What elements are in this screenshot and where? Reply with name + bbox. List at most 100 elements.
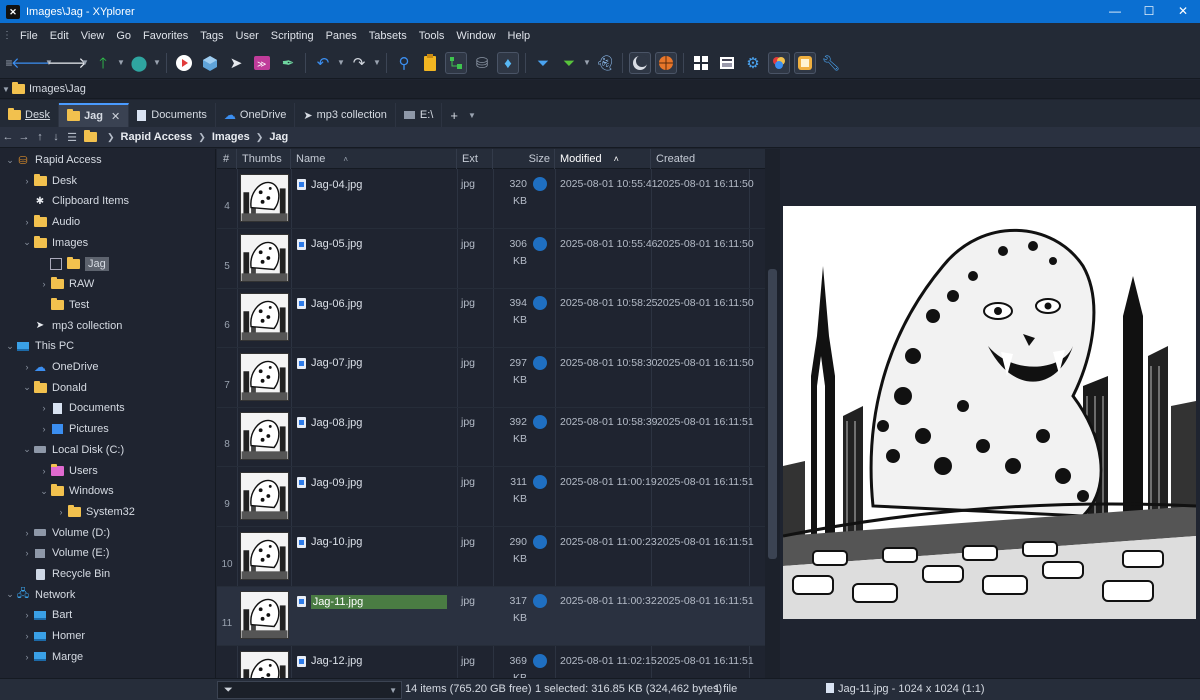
wrench-icon[interactable]: 🔧︎ bbox=[820, 52, 842, 74]
breadcrumb-images[interactable]: Images bbox=[212, 131, 250, 143]
search-icon[interactable]: ⚲ bbox=[393, 52, 415, 74]
chevron-down-icon[interactable]: ⌄ bbox=[21, 382, 33, 393]
chevron-down-icon[interactable]: ⌄ bbox=[4, 155, 16, 166]
chevron-right-icon[interactable]: › bbox=[21, 548, 33, 558]
back-arrow-icon[interactable]: ← bbox=[0, 131, 16, 143]
ghost-icon[interactable]: 👻︎ bbox=[594, 52, 616, 74]
tree-item-test[interactable]: Test bbox=[38, 295, 89, 315]
file-name-cell[interactable]: Jag-05.jpg bbox=[297, 236, 447, 253]
tab-jag[interactable]: Jag ✕ bbox=[59, 103, 130, 127]
chevron-down-icon[interactable]: ⌄ bbox=[21, 237, 33, 248]
thumbnail[interactable] bbox=[240, 352, 289, 401]
gear-icon[interactable]: ⚙ bbox=[742, 52, 764, 74]
minimize-button[interactable]: — bbox=[1098, 0, 1132, 23]
scrollbar-thumb[interactable] bbox=[768, 269, 777, 559]
close-button[interactable]: ✕ bbox=[1166, 0, 1200, 23]
layout-icon[interactable] bbox=[716, 52, 738, 74]
chevron-down-icon[interactable]: ⌄ bbox=[4, 341, 16, 352]
thumbnail[interactable] bbox=[240, 174, 289, 222]
thumbnail[interactable] bbox=[240, 233, 289, 282]
tree-item-desk[interactable]: › Desk bbox=[21, 171, 77, 191]
menu-tools[interactable]: Tools bbox=[413, 30, 451, 42]
tree-item-local-disk-c[interactable]: ⌄ Local Disk (C:) bbox=[21, 440, 124, 460]
filter-box[interactable]: ⏷ ▼ bbox=[217, 681, 402, 699]
bag-icon[interactable]: ⛁ bbox=[471, 52, 493, 74]
send-icon[interactable]: ➤ bbox=[225, 52, 247, 74]
chevron-right-icon[interactable]: › bbox=[38, 279, 50, 289]
chevron-down-icon[interactable]: ⌄ bbox=[21, 444, 33, 455]
tab-documents[interactable]: Documents bbox=[129, 103, 216, 127]
thumbnail[interactable] bbox=[240, 650, 289, 678]
location-pin-icon[interactable]: ⬤ bbox=[128, 52, 150, 74]
tree-item-rapid-access[interactable]: ⌄ ⛁ Rapid Access bbox=[4, 150, 101, 170]
filter-dropdown-icon[interactable]: ▼ bbox=[389, 686, 397, 695]
colors-icon[interactable] bbox=[768, 52, 790, 74]
table-row[interactable]: 12Jag-12.jpgjpg369 KB2025-08-01 11:02:15… bbox=[217, 647, 765, 678]
checkbox[interactable] bbox=[50, 257, 62, 270]
tree-item-windows[interactable]: ⌄ Windows bbox=[38, 481, 114, 501]
file-name-cell[interactable]: Jag-09.jpg bbox=[297, 474, 447, 491]
down-arrow-icon[interactable]: ↓ bbox=[48, 131, 64, 143]
tree-item-volume-e[interactable]: › Volume (E:) bbox=[21, 543, 110, 563]
tree-item-donald[interactable]: ⌄ Donald bbox=[21, 378, 87, 398]
menu-favorites[interactable]: Favorites bbox=[137, 30, 194, 42]
tree-item-homer[interactable]: › Homer bbox=[21, 626, 86, 646]
redo-icon[interactable]: ↷ bbox=[348, 52, 370, 74]
tree-item-pictures[interactable]: › Pictures bbox=[38, 419, 109, 439]
filter-green-icon[interactable]: ⏷ bbox=[558, 52, 580, 74]
chevron-right-icon[interactable]: › bbox=[21, 217, 33, 227]
column-ext[interactable]: Ext bbox=[457, 149, 493, 169]
thumbnail[interactable] bbox=[240, 412, 289, 461]
thumbnail[interactable] bbox=[240, 472, 289, 520]
tab-desk[interactable]: Desk bbox=[0, 103, 60, 127]
file-name-cell[interactable]: Jag-06.jpg bbox=[297, 295, 447, 312]
tab-e-drive[interactable]: E:\ bbox=[396, 103, 443, 127]
chevron-right-icon[interactable]: › bbox=[21, 528, 33, 538]
table-row[interactable]: 6 Jag-06.jpg jpg 394 KB 2025-08-01 10:58:25 2… bbox=[217, 289, 765, 349]
breadcrumb-jag[interactable]: Jag bbox=[269, 131, 288, 143]
tree-item-documents[interactable]: › Documents bbox=[38, 398, 125, 418]
undo-dropdown-icon[interactable]: ▼ bbox=[336, 52, 346, 74]
table-row[interactable]: 7 Jag-07.jpg jpg 297 KB 2025-08-01 10:58:30 2… bbox=[217, 349, 765, 408]
menu-file[interactable]: File bbox=[14, 30, 44, 42]
filter-icon[interactable]: ⏷ bbox=[532, 52, 554, 74]
menu-help[interactable]: Help bbox=[502, 30, 537, 42]
tree-item-images[interactable]: ⌄ Images bbox=[21, 233, 88, 253]
chevron-right-icon[interactable]: › bbox=[21, 631, 33, 641]
chevron-down-icon[interactable]: ⌄ bbox=[38, 486, 50, 497]
column-created[interactable]: Created bbox=[651, 149, 765, 169]
up-arrow-icon[interactable]: ↑ bbox=[32, 131, 48, 143]
tree-item-onedrive[interactable]: › ☁ OneDrive bbox=[21, 357, 99, 377]
dual-pane-icon[interactable] bbox=[690, 52, 712, 74]
chevron-right-icon[interactable]: › bbox=[21, 362, 33, 372]
list-icon[interactable]: ☰ bbox=[64, 131, 80, 144]
thumbnail[interactable] bbox=[240, 591, 289, 640]
chevron-right-icon[interactable]: › bbox=[38, 424, 50, 434]
column-name[interactable]: Name ˄ bbox=[291, 149, 457, 169]
chevron-down-icon[interactable]: ⌄ bbox=[4, 589, 16, 600]
media-play-icon[interactable] bbox=[173, 52, 195, 74]
maximize-button[interactable]: ☐ bbox=[1132, 0, 1166, 23]
redo-dropdown-icon[interactable]: ▼ bbox=[372, 52, 382, 74]
thumbnail[interactable] bbox=[240, 293, 289, 342]
cube-icon[interactable] bbox=[199, 52, 221, 74]
file-name-cell[interactable]: Jag-11.jpg bbox=[297, 593, 447, 610]
tree-item-jag[interactable]: Jag bbox=[38, 254, 109, 274]
tab-close-icon[interactable]: ✕ bbox=[111, 110, 120, 123]
forward-arrow-icon[interactable]: 🡒 bbox=[47, 52, 87, 74]
file-name-cell[interactable]: Jag-10.jpg bbox=[297, 534, 447, 551]
tree-item-network[interactable]: ⌄ 🖧︎ Network bbox=[4, 585, 75, 605]
tree-item-mp3-collection[interactable]: ➤ mp3 collection bbox=[21, 316, 123, 336]
table-row[interactable]: 10 Jag-10.jpg jpg 290 KB 2025-08-01 11:00:23… bbox=[217, 528, 765, 587]
table-row[interactable]: 9 Jag-09.jpg jpg 311 KB 2025-08-01 11:00:19 2… bbox=[217, 468, 765, 527]
address-path[interactable]: Images\Jag bbox=[29, 83, 86, 95]
chevron-right-icon[interactable]: › bbox=[21, 652, 33, 662]
address-dropdown-icon[interactable]: ▼ bbox=[0, 85, 12, 94]
chevron-right-icon[interactable]: ❯ bbox=[107, 132, 115, 143]
file-name-cell[interactable]: Jag-07.jpg bbox=[297, 355, 447, 372]
tree-view-icon[interactable] bbox=[445, 52, 467, 74]
file-name-cell[interactable]: Jag-04.jpg bbox=[297, 176, 447, 193]
back-arrow-icon[interactable]: 🡐 bbox=[11, 52, 51, 74]
thumbnail[interactable] bbox=[240, 531, 289, 580]
new-tab-button[interactable]: + ▼ bbox=[442, 103, 484, 127]
